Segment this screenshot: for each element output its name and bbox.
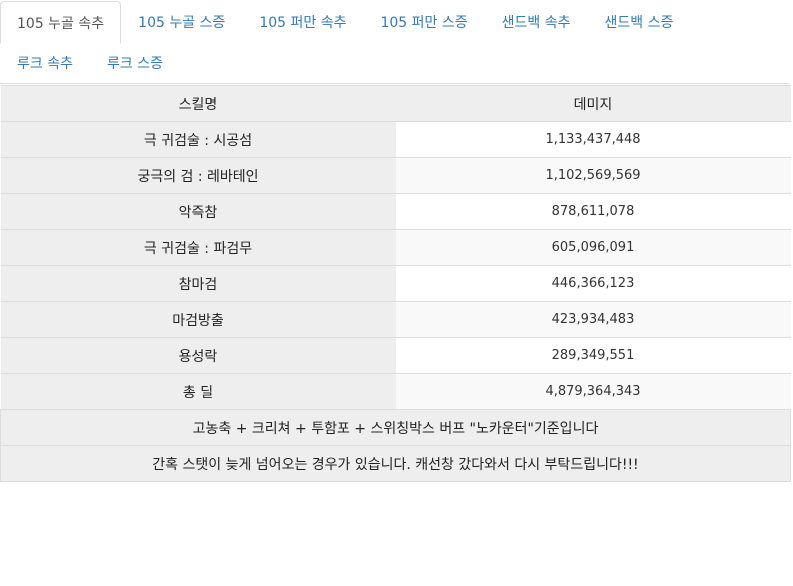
table-row: 극 귀검술 : 파검무 605,096,091 <box>0 229 791 266</box>
skill-name-cell: 용성락 <box>0 337 396 374</box>
column-header-damage: 데미지 <box>395 85 791 122</box>
tab-105-peoman-seujeung[interactable]: 105 퍼만 스증 <box>363 1 484 43</box>
skill-name-cell: 극 귀검술 : 시공섬 <box>0 121 396 158</box>
tab-sandbag-seujeung[interactable]: 샌드백 스증 <box>587 1 690 43</box>
tab-luke-seujeung[interactable]: 루크 스증 <box>90 43 180 83</box>
total-damage-cell: 4,879,364,343 <box>395 373 791 410</box>
stat-warning-note: 간혹 스탯이 늦게 넘어오는 경우가 있습니다. 캐선창 갔다와서 다시 부탁드… <box>0 445 791 482</box>
tab-sandbag-sokchu[interactable]: 샌드백 속추 <box>485 1 588 43</box>
skill-name-cell: 궁극의 검 : 레바테인 <box>0 157 396 194</box>
damage-table: 스킬명 데미지 극 귀검술 : 시공섬 1,133,437,448 궁극의 검 … <box>0 85 791 482</box>
table-row: 극 귀검술 : 시공섬 1,133,437,448 <box>0 121 791 158</box>
table-row: 궁극의 검 : 레바테인 1,102,569,569 <box>0 157 791 194</box>
damage-value-cell: 446,366,123 <box>395 265 791 302</box>
damage-value-cell: 878,611,078 <box>395 193 791 230</box>
tab-105-nugol-seujeung[interactable]: 105 누골 스증 <box>121 1 242 43</box>
tab-row-1: 105 누골 속추 105 누골 스증 105 퍼만 속추 105 퍼만 스증 … <box>0 1 690 44</box>
damage-value-cell: 605,096,091 <box>395 229 791 266</box>
table-note-row: 고농축 + 크리쳐 + 투함포 + 스위칭박스 버프 "노카운터"기준입니다 <box>0 409 791 446</box>
buff-condition-note: 고농축 + 크리쳐 + 투함포 + 스위칭박스 버프 "노카운터"기준입니다 <box>0 409 791 446</box>
damage-value-cell: 1,133,437,448 <box>395 121 791 158</box>
total-label-cell: 총 딜 <box>0 373 396 410</box>
tab-105-peoman-sokchu[interactable]: 105 퍼만 속추 <box>242 1 363 43</box>
column-header-skill: 스킬명 <box>0 85 396 122</box>
table-note-row: 간혹 스탯이 늦게 넘어오는 경우가 있습니다. 캐선창 갔다와서 다시 부탁드… <box>0 445 791 482</box>
skill-name-cell: 참마검 <box>0 265 396 302</box>
tab-row-2: 루크 속추 루크 스증 <box>0 43 180 83</box>
table-row-total: 총 딜 4,879,364,343 <box>0 373 791 410</box>
table-row: 참마검 446,366,123 <box>0 265 791 302</box>
tab-105-nugol-sokchu[interactable]: 105 누골 속추 <box>0 1 122 44</box>
tab-luke-sokchu[interactable]: 루크 속추 <box>0 43 90 83</box>
table-row: 용성락 289,349,551 <box>0 337 791 374</box>
skill-name-cell: 마검방출 <box>0 301 396 338</box>
damage-value-cell: 1,102,569,569 <box>395 157 791 194</box>
damage-value-cell: 423,934,483 <box>395 301 791 338</box>
tab-bar: 105 누골 속추 105 누골 스증 105 퍼만 속추 105 퍼만 스증 … <box>0 0 790 84</box>
skill-name-cell: 극 귀검술 : 파검무 <box>0 229 396 266</box>
damage-value-cell: 289,349,551 <box>395 337 791 374</box>
skill-name-cell: 악즉참 <box>0 193 396 230</box>
table-header-row: 스킬명 데미지 <box>0 85 791 122</box>
table-row: 악즉참 878,611,078 <box>0 193 791 230</box>
table-row: 마검방출 423,934,483 <box>0 301 791 338</box>
